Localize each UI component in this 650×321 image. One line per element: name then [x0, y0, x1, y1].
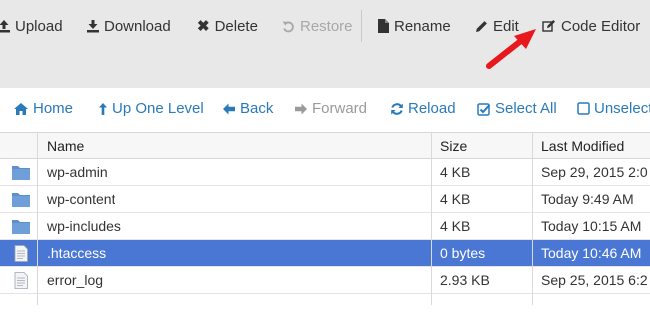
table-row[interactable]: wp-includes 4 KB Today 10:15 AM	[0, 213, 650, 240]
file-icon	[378, 19, 389, 33]
download-button[interactable]: Download	[87, 14, 171, 38]
forward-button[interactable]: Forward	[294, 100, 367, 117]
home-icon	[13, 102, 29, 116]
file-modified: Today 10:15 AM	[541, 218, 642, 234]
toolbar: Upload Download ✖ Delete Restore Rename …	[0, 0, 650, 88]
file-size: 2.93 KB	[440, 272, 490, 288]
checkbox-empty-icon	[577, 102, 590, 115]
code-editor-button[interactable]: Code Editor	[542, 14, 640, 38]
back-button[interactable]: Back	[222, 100, 273, 117]
file-size: 4 KB	[440, 191, 471, 207]
column-header-name[interactable]: Name	[47, 138, 84, 154]
toolbar-divider	[361, 10, 362, 42]
file-name: wp-admin	[47, 164, 108, 180]
file-modified: Sep 25, 2015 6:2	[541, 272, 648, 288]
checkbox-checked-icon	[477, 102, 491, 116]
column-divider	[37, 132, 38, 305]
file-modified: Today 9:49 AM	[541, 191, 634, 207]
refresh-icon	[390, 102, 404, 116]
table-row-selected[interactable]: .htaccess 0 bytes Today 10:46 AM	[0, 240, 650, 267]
file-modified: Today 10:46 AM	[541, 245, 642, 261]
arrow-right-icon	[294, 102, 308, 116]
file-size: 0 bytes	[440, 245, 486, 261]
level-up-icon	[98, 102, 108, 116]
file-table: Name Size Last Modified wp-admin 4 KB Se…	[0, 132, 650, 305]
undo-icon	[282, 20, 295, 33]
folder-icon	[11, 218, 31, 235]
unselect-button[interactable]: Unselect	[577, 100, 650, 117]
up-one-level-button[interactable]: Up One Level	[98, 100, 204, 117]
column-divider	[431, 132, 432, 305]
column-header-last-modified[interactable]: Last Modified	[541, 138, 624, 154]
file-name: error_log	[47, 272, 104, 288]
file-size: 4 KB	[440, 164, 471, 180]
column-divider	[532, 132, 533, 305]
reload-button[interactable]: Reload	[390, 100, 456, 117]
select-all-button[interactable]: Select All	[477, 100, 557, 117]
file-size: 4 KB	[440, 218, 471, 234]
rename-button[interactable]: Rename	[378, 14, 451, 38]
table-row-partial[interactable]	[0, 294, 650, 321]
table-header: Name Size Last Modified	[0, 132, 650, 159]
folder-icon	[11, 164, 31, 181]
folder-icon	[11, 191, 31, 208]
home-button[interactable]: Home	[13, 100, 73, 117]
file-modified: Sep 29, 2015 2:0	[541, 164, 648, 180]
restore-button[interactable]: Restore	[282, 14, 353, 38]
close-icon: ✖	[197, 18, 210, 35]
file-name: wp-includes	[47, 218, 121, 234]
table-row[interactable]: error_log 2.93 KB Sep 25, 2015 6:2	[0, 267, 650, 294]
delete-button[interactable]: ✖ Delete	[197, 14, 258, 38]
table-row[interactable]: wp-admin 4 KB Sep 29, 2015 2:0	[0, 159, 650, 186]
edit-icon	[542, 19, 556, 33]
navbar: Home Up One Level Back Forward Reload Se…	[0, 88, 650, 132]
file-icon	[11, 272, 31, 289]
file-name: wp-content	[47, 191, 116, 207]
red-arrow-annotation	[486, 29, 536, 69]
table-row[interactable]: wp-content 4 KB Today 9:49 AM	[0, 186, 650, 213]
file-name: .htaccess	[47, 245, 107, 261]
upload-icon	[0, 19, 10, 33]
file-icon	[11, 245, 31, 262]
arrow-left-icon	[222, 102, 236, 116]
upload-button[interactable]: Upload	[0, 14, 63, 38]
column-header-size[interactable]: Size	[440, 138, 467, 154]
download-icon	[87, 19, 99, 33]
